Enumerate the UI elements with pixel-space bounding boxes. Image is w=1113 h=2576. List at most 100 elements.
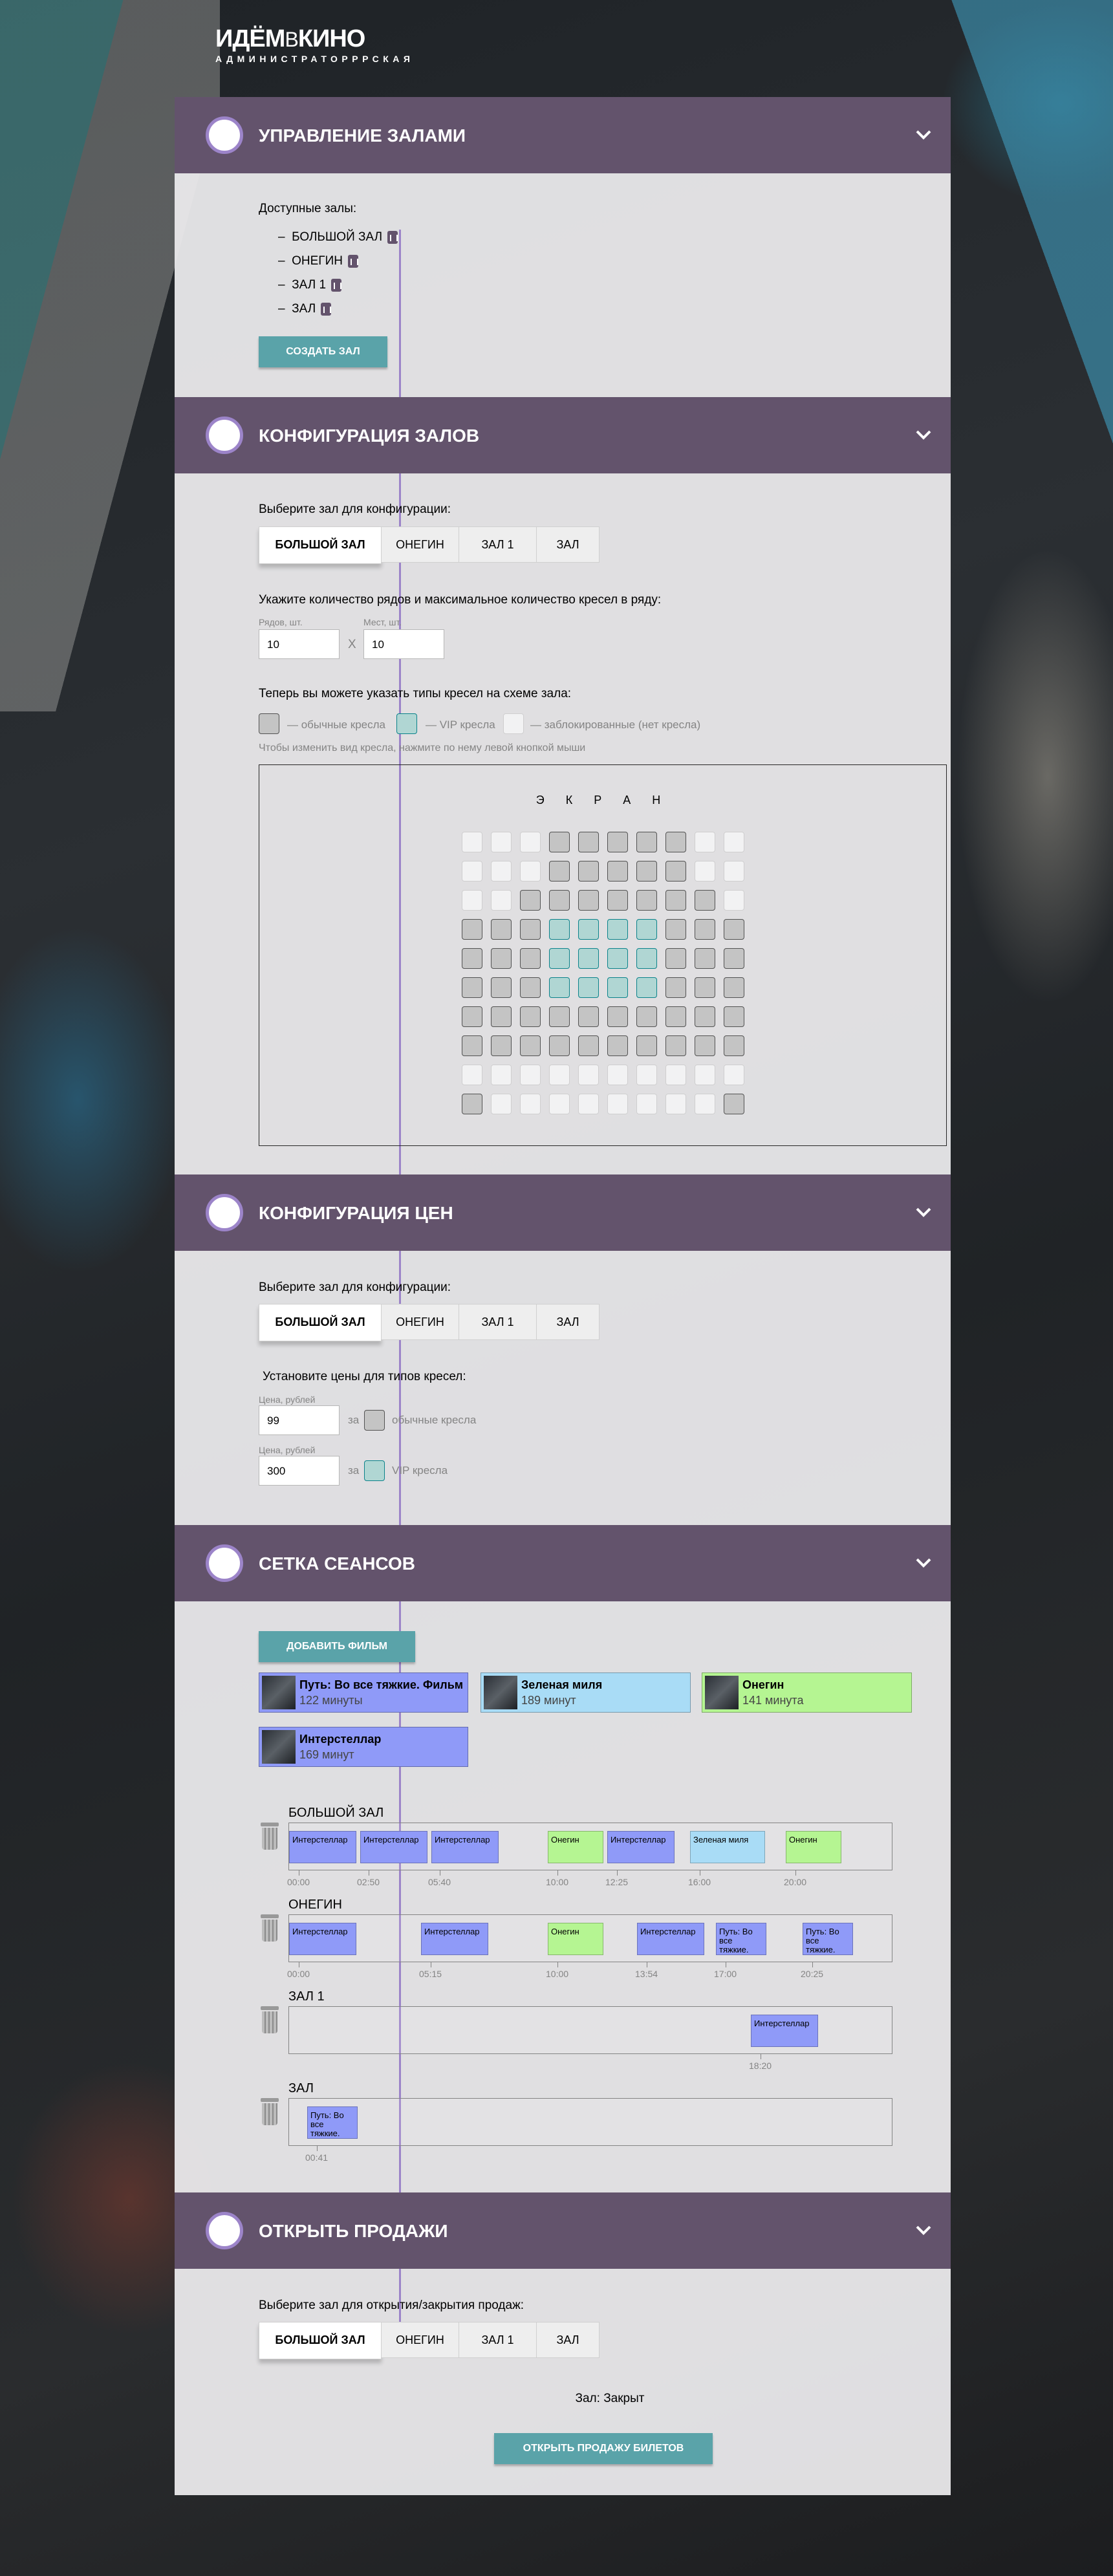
session-block[interactable]: Онегин	[548, 1831, 603, 1863]
seat-std[interactable]	[665, 1006, 686, 1027]
seat-dis[interactable]	[724, 890, 744, 911]
seat-std[interactable]	[665, 948, 686, 969]
seat-std[interactable]	[636, 1006, 657, 1027]
seat-std[interactable]	[607, 832, 628, 852]
seat-std[interactable]	[491, 1006, 512, 1027]
seat-dis[interactable]	[520, 832, 541, 852]
open-sales-button[interactable]: Открыть продажу билетов	[494, 2433, 713, 2464]
seat-std[interactable]	[724, 948, 744, 969]
seat-std[interactable]	[636, 890, 657, 911]
seat-vip[interactable]	[549, 919, 570, 940]
seat-std[interactable]	[665, 890, 686, 911]
tab-hall[interactable]: Зал	[536, 1304, 600, 1340]
seat-vip[interactable]	[549, 948, 570, 969]
seat-std[interactable]	[724, 977, 744, 998]
seat-dis[interactable]	[462, 832, 482, 852]
tab-hall[interactable]: Большой зал	[259, 526, 382, 564]
seat-std[interactable]	[665, 861, 686, 882]
tab-hall[interactable]: Большой зал	[259, 1304, 382, 1341]
seat-std[interactable]	[578, 1006, 599, 1027]
seat-std[interactable]	[549, 832, 570, 852]
schedule-timeline[interactable]: Интерстеллар	[288, 2006, 892, 2054]
seat-std[interactable]	[724, 919, 744, 940]
seat-dis[interactable]	[520, 1094, 541, 1114]
section-header-prices[interactable]: Конфигурация цен	[175, 1174, 951, 1251]
trash-icon[interactable]	[387, 230, 398, 244]
seat-std[interactable]	[578, 1035, 599, 1056]
seat-dis[interactable]	[695, 832, 715, 852]
tab-hall[interactable]: Большой зал	[259, 2322, 382, 2359]
seat-std[interactable]	[665, 919, 686, 940]
seats-input[interactable]: 10	[363, 629, 444, 659]
session-block[interactable]: Интерстеллар	[421, 1923, 488, 1955]
session-block[interactable]: Путь: Во все тяжкие.	[307, 2106, 358, 2139]
seat-std[interactable]	[549, 890, 570, 911]
session-block[interactable]: Интерстеллар	[751, 2015, 818, 2047]
seat-std[interactable]	[520, 919, 541, 940]
session-block[interactable]: Онегин	[548, 1923, 603, 1955]
seat-vip[interactable]	[636, 948, 657, 969]
tab-hall[interactable]: Зал 1	[459, 2322, 537, 2358]
tab-hall[interactable]: Онегин	[381, 1304, 459, 1340]
seat-dis[interactable]	[636, 1094, 657, 1114]
session-block[interactable]: Путь: Во все тяжкие.	[716, 1923, 766, 1955]
seat-std[interactable]	[520, 948, 541, 969]
seat-std[interactable]	[549, 1006, 570, 1027]
tab-hall[interactable]: Зал 1	[459, 1304, 537, 1340]
seat-std[interactable]	[607, 861, 628, 882]
seat-std[interactable]	[607, 890, 628, 911]
seat-std[interactable]	[462, 919, 482, 940]
movie-card[interactable]: Онегин 141 минута	[702, 1672, 912, 1713]
seat-vip[interactable]	[607, 919, 628, 940]
seat-std[interactable]	[578, 890, 599, 911]
seat-std[interactable]	[578, 832, 599, 852]
seat-dis[interactable]	[607, 1065, 628, 1085]
seat-vip[interactable]	[607, 948, 628, 969]
seat-dis[interactable]	[462, 890, 482, 911]
chevron-down-icon[interactable]	[913, 124, 934, 145]
seat-vip[interactable]	[578, 977, 599, 998]
trash-icon[interactable]	[259, 1823, 281, 1851]
session-block[interactable]: Интерстеллар	[637, 1923, 704, 1955]
trash-icon[interactable]	[321, 302, 332, 316]
seat-vip[interactable]	[578, 919, 599, 940]
vip-price-input[interactable]: 300	[259, 1456, 340, 1486]
seat-dis[interactable]	[607, 1094, 628, 1114]
seat-std[interactable]	[520, 977, 541, 998]
seat-std[interactable]	[578, 861, 599, 882]
chevron-down-icon[interactable]	[913, 1202, 934, 1222]
seat-dis[interactable]	[636, 1065, 657, 1085]
chevron-down-icon[interactable]	[913, 424, 934, 445]
seat-std[interactable]	[695, 919, 715, 940]
seat-dis[interactable]	[695, 1065, 715, 1085]
seat-std[interactable]	[462, 977, 482, 998]
seat-std[interactable]	[724, 1006, 744, 1027]
seat-std[interactable]	[665, 832, 686, 852]
movie-card[interactable]: Зеленая миля 189 минут	[481, 1672, 691, 1713]
session-block[interactable]: Онегин	[786, 1831, 841, 1863]
seat-std[interactable]	[607, 1035, 628, 1056]
section-header-halls[interactable]: Управление залами	[175, 97, 951, 173]
session-block[interactable]: Интерстеллар	[289, 1923, 356, 1955]
seat-std[interactable]	[724, 1094, 744, 1114]
seat-std[interactable]	[695, 948, 715, 969]
seat-std[interactable]	[491, 948, 512, 969]
tab-hall[interactable]: Онегин	[381, 2322, 459, 2358]
seat-dis[interactable]	[724, 832, 744, 852]
seat-std[interactable]	[636, 861, 657, 882]
seat-dis[interactable]	[491, 861, 512, 882]
seat-dis[interactable]	[491, 1065, 512, 1085]
tab-hall[interactable]: Зал	[536, 2322, 600, 2358]
schedule-timeline[interactable]: Интерстеллар Интерстеллар Интерстеллар Онег…	[288, 1823, 892, 1870]
movie-card[interactable]: Путь: Во все тяжкие. Фильм 122 минуты	[259, 1672, 468, 1713]
chevron-down-icon[interactable]	[913, 1552, 934, 1573]
seat-std[interactable]	[724, 1035, 744, 1056]
create-hall-button[interactable]: Создать зал	[259, 336, 387, 367]
chevron-down-icon[interactable]	[913, 2220, 934, 2240]
seat-dis[interactable]	[520, 1065, 541, 1085]
seat-std[interactable]	[607, 1006, 628, 1027]
seat-vip[interactable]	[636, 977, 657, 998]
seat-dis[interactable]	[491, 890, 512, 911]
seat-dis[interactable]	[520, 861, 541, 882]
seat-std[interactable]	[520, 890, 541, 911]
